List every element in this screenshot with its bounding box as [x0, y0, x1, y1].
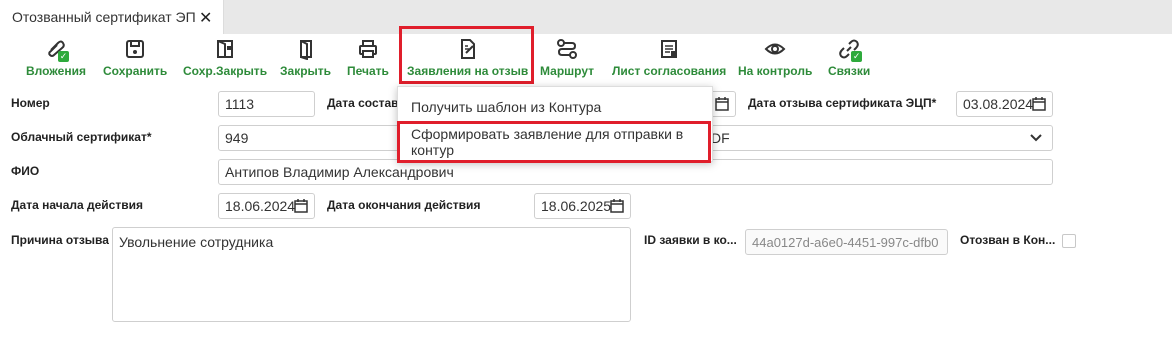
compile-date-label: Дата составл: [327, 96, 407, 110]
calendar-icon[interactable]: [610, 199, 624, 213]
number-label: Номер: [11, 96, 50, 110]
request-id-label: ID заявки в ко...: [644, 233, 737, 247]
on-control-button[interactable]: На контроль: [738, 38, 812, 82]
save-close-button[interactable]: Сохр.Закрыть: [183, 38, 267, 82]
approval-sheet-label: Лист согласования: [612, 64, 727, 78]
save-button[interactable]: Сохранить: [103, 38, 167, 82]
print-label: Печать: [347, 64, 389, 78]
chevron-down-icon[interactable]: [1030, 134, 1042, 142]
toolbar: ✓ Вложения Сохранить Сохр.Закрыть Закрыт…: [0, 34, 1172, 86]
revoked-in-label: Отозван в Кон...: [960, 233, 1056, 247]
calendar-icon[interactable]: [715, 97, 729, 111]
printer-icon: [357, 38, 379, 60]
route-icon: [556, 38, 578, 60]
fio-value: Антипов Владимир Александрович: [225, 164, 454, 180]
calendar-icon[interactable]: [1032, 97, 1046, 111]
route-label: Маршрут: [540, 64, 595, 78]
approval-sheet-icon: [658, 38, 680, 60]
cloud-cert-value-tail: DF: [711, 130, 730, 146]
reason-value: Увольнение сотрудника: [119, 234, 274, 250]
end-date-label: Дата окончания действия: [327, 198, 481, 212]
reason-textarea[interactable]: Увольнение сотрудника: [112, 227, 631, 322]
eye-icon: [764, 38, 786, 60]
chain-link-icon: ✓: [838, 38, 863, 62]
end-date-value: 18.06.2025: [541, 198, 612, 214]
end-date-field[interactable]: 18.06.2025: [534, 193, 631, 219]
on-control-label: На контроль: [738, 64, 813, 78]
request-id-value: 44a0127d-a6e0-4451-997c-dfb0: [752, 234, 939, 250]
close-button[interactable]: Закрыть: [280, 38, 331, 82]
tab-revoked-certificate[interactable]: Отозванный сертификат ЭП ✕: [0, 0, 224, 34]
save-label: Сохранить: [103, 64, 168, 78]
check-badge-icon: ✓: [851, 51, 863, 62]
door-icon: [295, 38, 317, 61]
route-button[interactable]: Маршрут: [540, 38, 594, 82]
floppy-disk-icon: [124, 38, 146, 60]
revoke-date-value: 03.08.2024: [963, 96, 1034, 112]
cloud-cert-value: 949: [225, 130, 249, 146]
reason-label: Причина отзыва: [11, 233, 109, 247]
calendar-icon[interactable]: [294, 199, 308, 213]
start-date-field[interactable]: 18.06.2024: [218, 193, 315, 219]
create-statement-highlight: [397, 121, 711, 163]
revoke-date-field[interactable]: 03.08.2024: [956, 91, 1053, 117]
attachments-button[interactable]: ✓ Вложения: [26, 38, 86, 82]
links-button[interactable]: ✓ Связки: [828, 38, 870, 82]
save-close-icon: [214, 38, 236, 60]
approval-sheet-button[interactable]: Лист согласования: [612, 38, 726, 82]
tab-title: Отозванный сертификат ЭП: [12, 9, 196, 25]
paperclip-icon: ✓: [45, 38, 69, 62]
print-button[interactable]: Печать: [347, 38, 389, 82]
menu-item-get-template[interactable]: Получить шаблон из Контура: [398, 89, 712, 125]
start-date-value: 18.06.2024: [225, 198, 296, 214]
start-date-label: Дата начала действия: [11, 198, 143, 212]
save-close-label: Сохр.Закрыть: [183, 64, 268, 78]
request-id-field: 44a0127d-a6e0-4451-997c-dfb0: [745, 229, 948, 255]
number-field[interactable]: 1113: [218, 91, 315, 117]
revoked-in-checkbox[interactable]: [1062, 234, 1076, 248]
cloud-cert-label: Облачный сертификат*: [11, 130, 152, 144]
fio-label: ФИО: [11, 164, 40, 178]
links-label: Связки: [828, 64, 871, 78]
check-badge-icon: ✓: [57, 51, 69, 62]
close-icon[interactable]: ✕: [199, 8, 212, 28]
revoke-statements-highlight: [399, 26, 534, 84]
attachments-label: Вложения: [26, 64, 86, 78]
revoke-date-label: Дата отзыва сертификата ЭЦП*: [748, 96, 937, 110]
close-label: Закрыть: [280, 64, 332, 78]
tab-bar: Отозванный сертификат ЭП ✕: [0, 0, 1172, 34]
number-value: 1113: [225, 96, 255, 112]
